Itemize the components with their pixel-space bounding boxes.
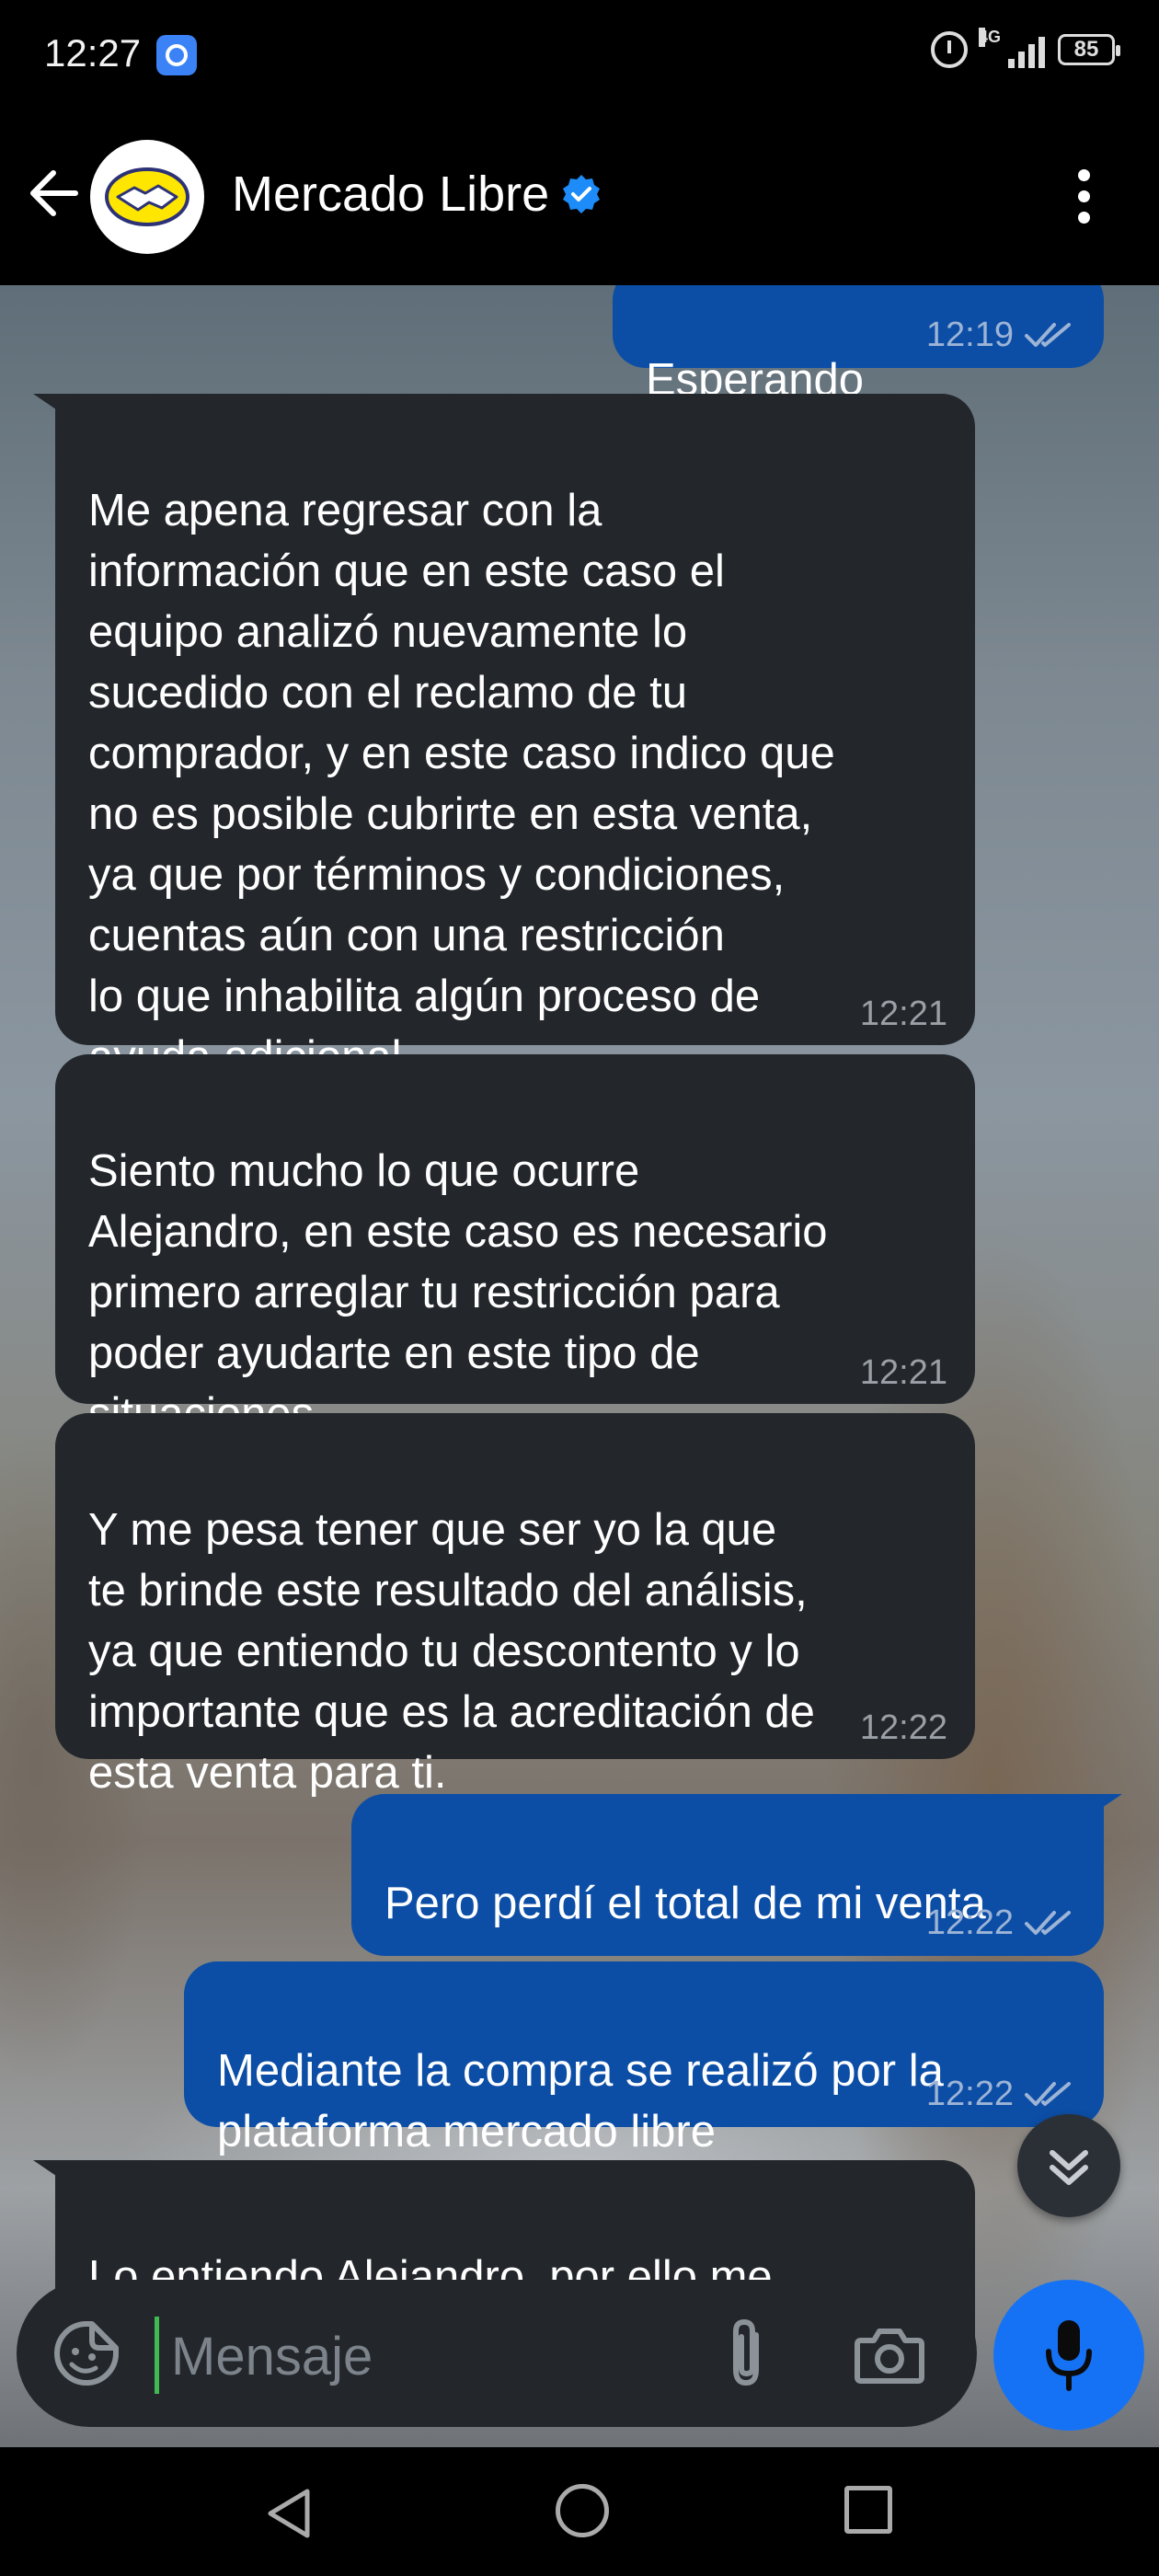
text-cursor bbox=[155, 2317, 159, 2394]
verified-badge-icon bbox=[563, 175, 601, 213]
message-incoming[interactable]: Siento mucho lo que ocurre Alejandro, en… bbox=[55, 1054, 975, 1439]
network-type: 4G bbox=[979, 28, 1002, 47]
alarm-icon bbox=[931, 31, 968, 68]
chat-area[interactable]: Esperando 12:19 Me apena regresar con la… bbox=[0, 285, 1159, 2447]
message-time: 12:22 bbox=[859, 1708, 947, 1747]
message-composer bbox=[17, 2280, 977, 2427]
message-text: Me apena regresar con la información que… bbox=[88, 486, 835, 1082]
nav-home-icon[interactable] bbox=[556, 2484, 609, 2537]
message-input[interactable] bbox=[171, 2324, 686, 2388]
camera-icon[interactable] bbox=[854, 2322, 925, 2386]
chrome-notification-icon bbox=[156, 35, 197, 75]
chat-title: Mercado Libre bbox=[232, 167, 550, 222]
message-text: Mediante la compra se realizó por la pla… bbox=[217, 2046, 944, 2156]
signal-icon: 4G bbox=[979, 28, 1045, 68]
paperclip-icon[interactable] bbox=[716, 2317, 780, 2390]
voice-message-button[interactable] bbox=[993, 2280, 1144, 2431]
status-bar: 12:27 4G 85 bbox=[0, 0, 1159, 109]
double-chevron-down-icon bbox=[1050, 2150, 1088, 2185]
message-time: 12:22 bbox=[926, 2076, 1076, 2112]
scroll-to-bottom-button[interactable] bbox=[1017, 2114, 1120, 2217]
message-incoming[interactable]: Y me pesa tener que ser yo la que te bri… bbox=[55, 1413, 975, 1798]
sticker-emoji-icon[interactable] bbox=[50, 2317, 123, 2390]
nav-back-icon[interactable] bbox=[261, 2484, 316, 2543]
message-outgoing[interactable]: Pero perdí el total de mi venta 12:22 bbox=[351, 1794, 1104, 1956]
message-outgoing[interactable]: Mediante la compra se realizó por la pla… bbox=[184, 1961, 1104, 2156]
avatar[interactable] bbox=[90, 140, 204, 254]
microphone-icon bbox=[1046, 2320, 1092, 2391]
double-check-icon bbox=[1025, 323, 1071, 347]
message-outgoing[interactable]: Esperando 12:19 bbox=[613, 285, 1104, 405]
message-incoming[interactable]: Me apena regresar con la información que… bbox=[55, 394, 975, 1082]
message-text: Siento mucho lo que ocurre Alejandro, en… bbox=[88, 1146, 828, 1439]
kebab-menu-icon[interactable] bbox=[1076, 169, 1093, 224]
system-navigation-bar bbox=[0, 2447, 1159, 2576]
status-time: 12:27 bbox=[44, 31, 142, 75]
message-time: 12:21 bbox=[859, 995, 947, 1033]
message-time: 12:22 bbox=[926, 1904, 1076, 1941]
mercado-libre-logo-icon bbox=[105, 167, 189, 226]
message-text: Y me pesa tener que ser yo la que te bri… bbox=[88, 1505, 815, 1798]
double-check-icon bbox=[1025, 2082, 1071, 2106]
double-check-icon bbox=[1025, 1911, 1071, 1935]
status-icons: 4G 85 bbox=[931, 28, 1120, 68]
message-time: 12:21 bbox=[859, 1353, 947, 1392]
chat-title-group[interactable]: Mercado Libre bbox=[232, 166, 602, 223]
battery-level: 85 bbox=[1058, 34, 1120, 65]
back-arrow-icon[interactable] bbox=[26, 164, 81, 223]
message-time: 12:19 bbox=[926, 316, 1076, 353]
nav-recents-icon[interactable] bbox=[844, 2486, 892, 2534]
message-text: Pero perdí el total de mi venta bbox=[384, 1879, 986, 1928]
